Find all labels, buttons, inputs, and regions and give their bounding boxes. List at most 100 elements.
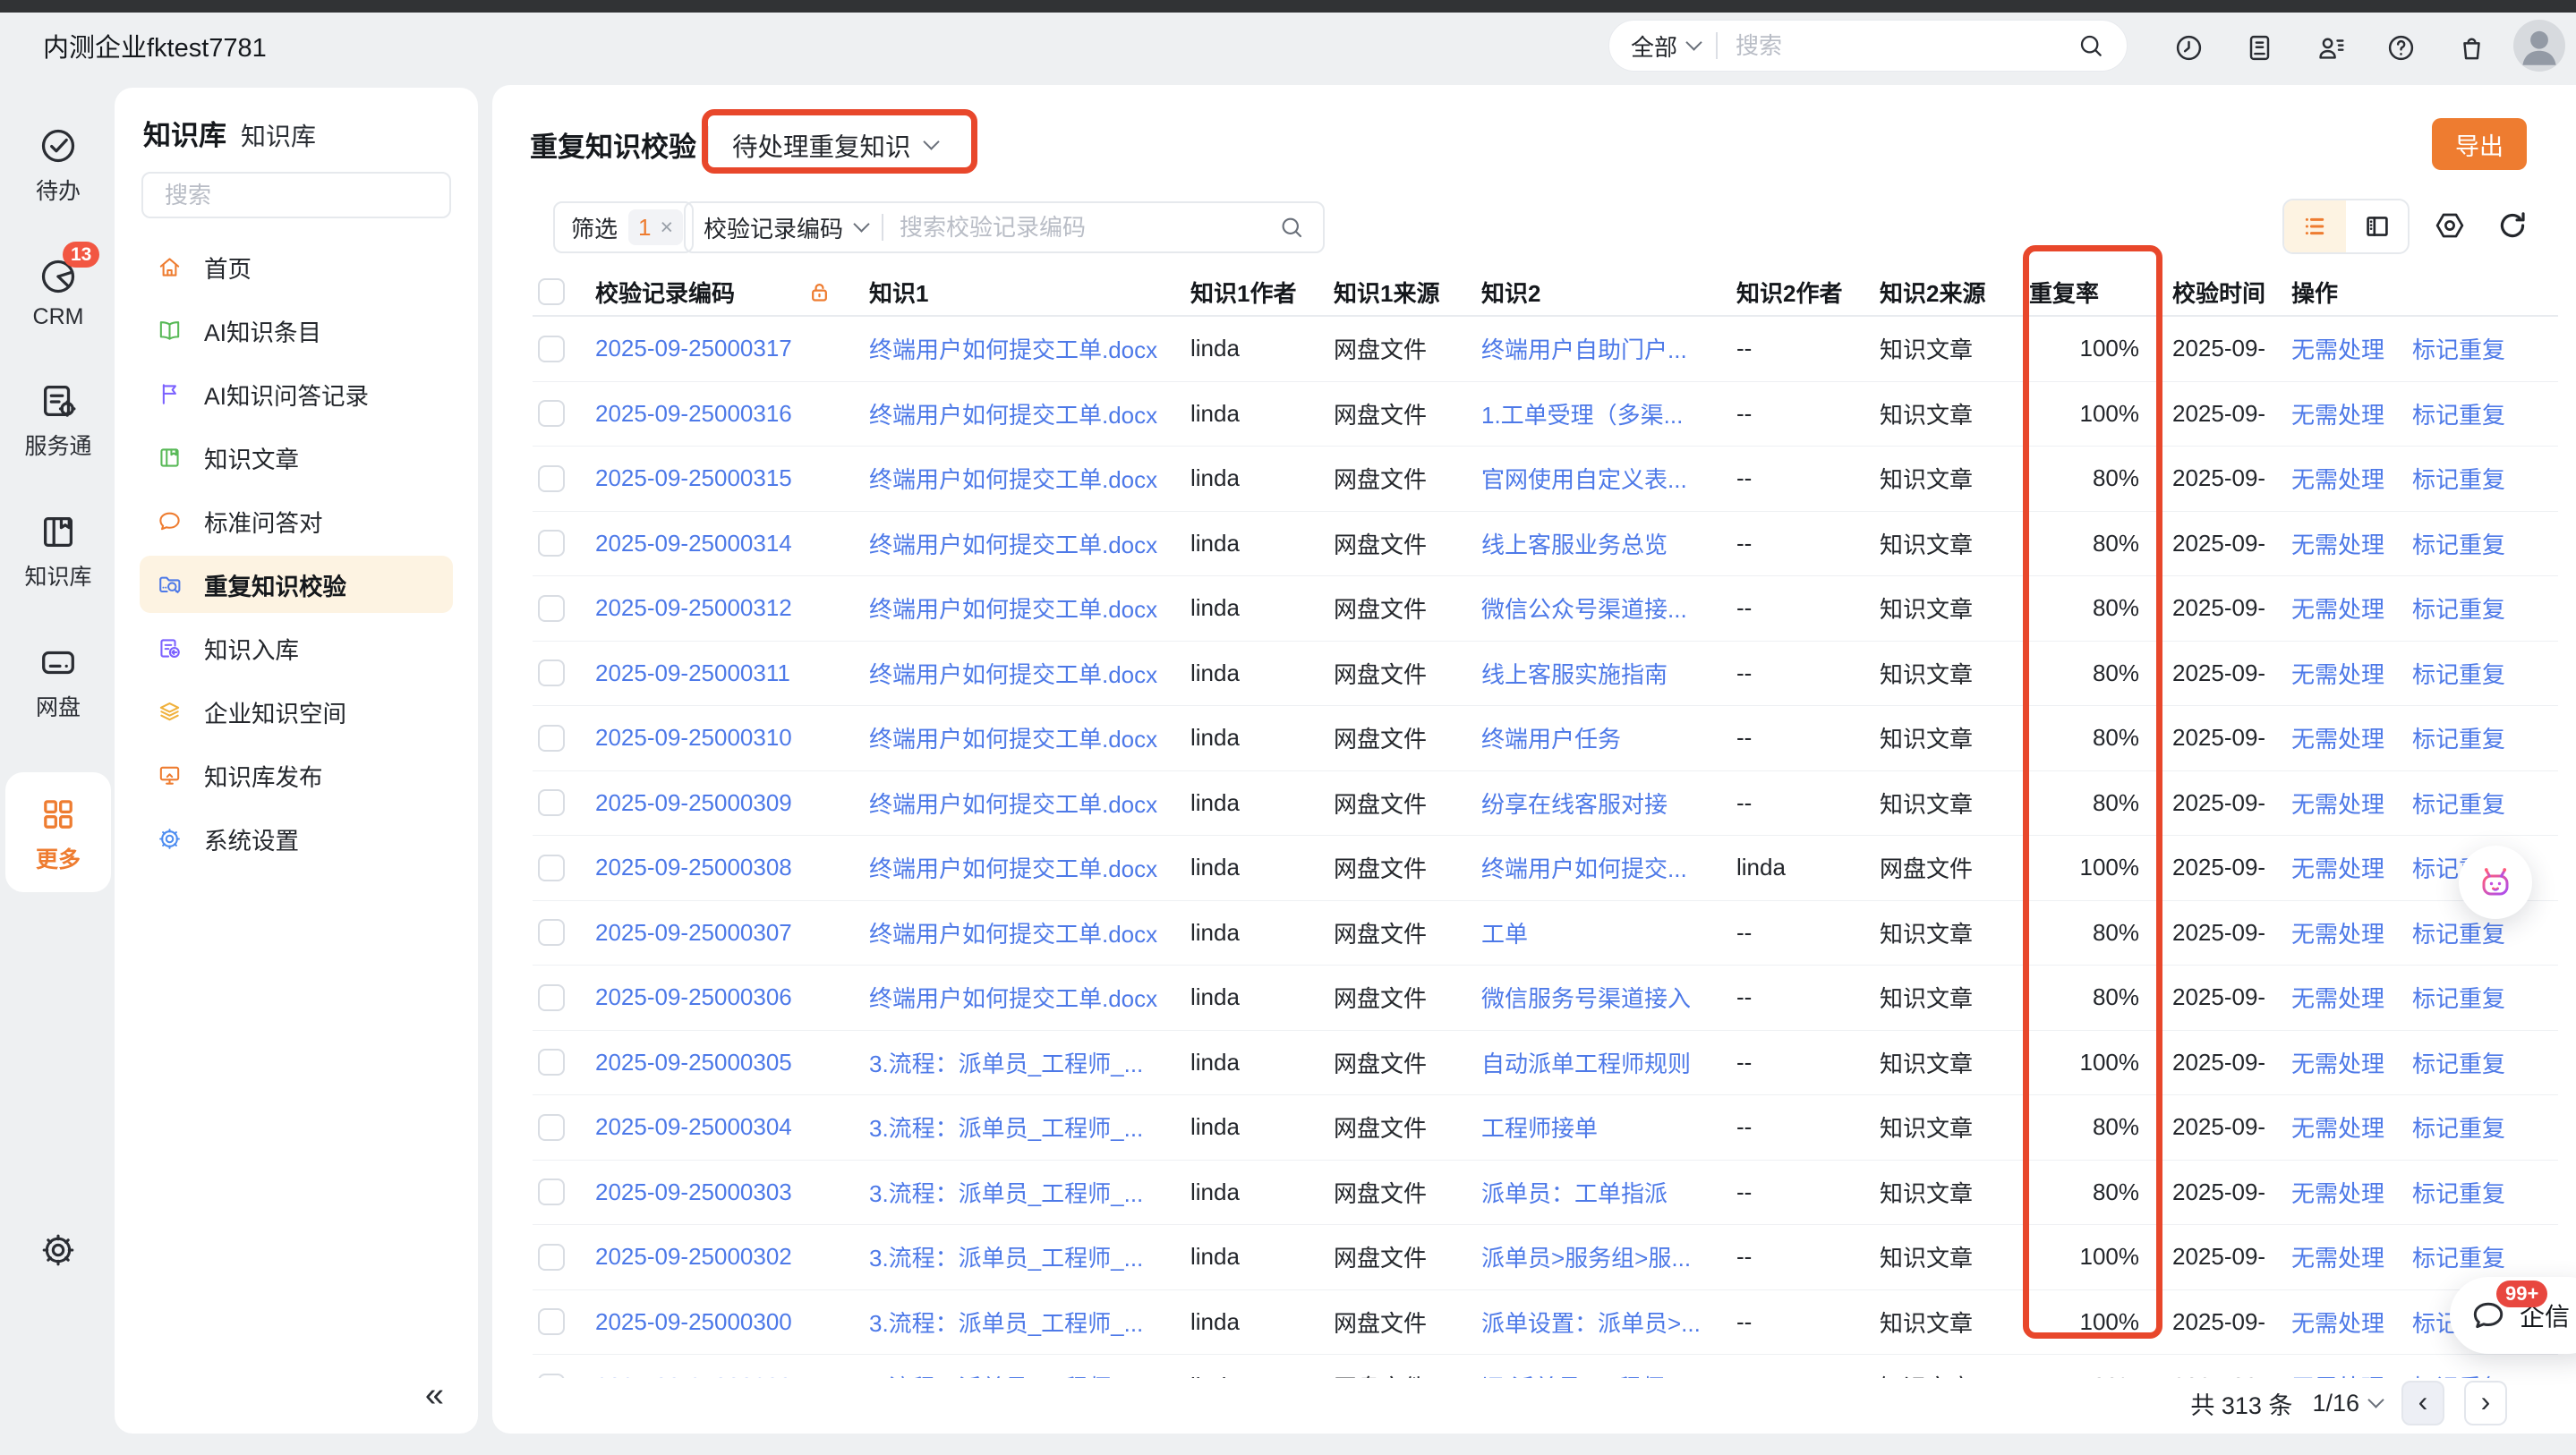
- knowledge1-link[interactable]: 3.流程：派单员_工程师: [869, 1374, 1111, 1378]
- knowledge2-link[interactable]: 派单员：工单指派: [1481, 1180, 1668, 1207]
- search-icon[interactable]: [2077, 31, 2105, 60]
- mark-duplicate-link[interactable]: 标记重复: [2412, 332, 2505, 365]
- record-search-combo[interactable]: 校验记录编码: [684, 201, 1325, 253]
- knowledge2-link[interactable]: 官网使用自定义表...: [1481, 466, 1687, 493]
- knowledge2-link[interactable]: 终端用户任务: [1481, 726, 1621, 753]
- row-checkbox[interactable]: [538, 1049, 565, 1076]
- no-action-link[interactable]: 无需处理: [2291, 657, 2384, 690]
- record-code-link[interactable]: 2025-09-25000308: [595, 854, 792, 881]
- rail-item-网盘[interactable]: 网盘: [5, 642, 111, 722]
- mark-duplicate-link[interactable]: 标记重复: [2412, 462, 2505, 495]
- no-action-link[interactable]: 无需处理: [2291, 1240, 2384, 1273]
- record-code-link[interactable]: 2025-09-25000306: [595, 983, 792, 1011]
- mark-duplicate-link[interactable]: 标记重复: [2412, 1176, 2505, 1209]
- no-action-link[interactable]: 无需处理: [2291, 332, 2384, 365]
- record-code-link[interactable]: 2025-09-25000300: [595, 1308, 792, 1336]
- record-code-link[interactable]: 2025-09-25000311: [595, 659, 790, 687]
- board-view-button[interactable]: [2346, 200, 2408, 252]
- sidebar-search[interactable]: [141, 172, 451, 218]
- mark-duplicate-link[interactable]: 标记重复: [2412, 397, 2505, 430]
- no-action-link[interactable]: 无需处理: [2291, 1370, 2384, 1378]
- rail-item-待办[interactable]: 待办: [5, 125, 111, 206]
- record-code-link[interactable]: 2025-09-25000312: [595, 594, 792, 622]
- rail-item-CRM[interactable]: 13 CRM: [5, 256, 111, 330]
- workbench-icon[interactable]: [2244, 32, 2275, 64]
- knowledge1-link[interactable]: 3.流程：派单员_工程师_...: [869, 1310, 1143, 1337]
- row-checkbox[interactable]: [538, 725, 565, 752]
- global-search-input[interactable]: [1734, 31, 2077, 61]
- search-scope-select[interactable]: 全部: [1631, 30, 1700, 63]
- table-settings-icon[interactable]: [2433, 208, 2467, 242]
- search-icon[interactable]: [1278, 214, 1305, 241]
- knowledge1-link[interactable]: 终端用户如何提交工单.docx: [869, 661, 1157, 688]
- no-action-link[interactable]: 无需处理: [2291, 1046, 2384, 1079]
- page-select[interactable]: 1/16: [2312, 1390, 2382, 1417]
- prev-page-button[interactable]: ‹: [2401, 1381, 2444, 1425]
- sidebar-search-input[interactable]: [163, 181, 430, 210]
- knowledge1-link[interactable]: 终端用户如何提交工单.docx: [869, 985, 1157, 1012]
- record-code-link[interactable]: 2025-09-25000299: [595, 1373, 792, 1378]
- knowledge1-link[interactable]: 终端用户如何提交工单.docx: [869, 791, 1157, 818]
- mark-duplicate-link[interactable]: 标记重复: [2412, 1046, 2505, 1079]
- knowledge2-link[interactable]: 线上客服实施指南: [1481, 661, 1668, 688]
- clock-icon[interactable]: [2173, 32, 2205, 64]
- avatar[interactable]: [2513, 20, 2565, 72]
- record-code-link[interactable]: 2025-09-25000305: [595, 1049, 792, 1076]
- knowledge1-link[interactable]: 终端用户如何提交工单.docx: [869, 921, 1157, 948]
- next-page-button[interactable]: ›: [2464, 1381, 2507, 1425]
- row-checkbox[interactable]: [538, 530, 565, 557]
- record-code-link[interactable]: 2025-09-25000303: [595, 1178, 792, 1206]
- knowledge1-link[interactable]: 终端用户如何提交工单.docx: [869, 855, 1157, 882]
- row-checkbox[interactable]: [538, 595, 565, 622]
- no-action-link[interactable]: 无需处理: [2291, 851, 2384, 884]
- mark-duplicate-link[interactable]: 标记重复: [2412, 981, 2505, 1014]
- record-search-input[interactable]: [898, 213, 1278, 242]
- rail-settings-gear-icon[interactable]: [38, 1230, 78, 1270]
- knowledge1-link[interactable]: 3.流程：派单员_工程师_...: [869, 1245, 1143, 1272]
- row-checkbox[interactable]: [538, 336, 565, 362]
- no-action-link[interactable]: 无需处理: [2291, 527, 2384, 560]
- global-search[interactable]: 全部: [1608, 20, 2128, 72]
- sidebar-item-首页[interactable]: 首页: [140, 238, 453, 295]
- knowledge1-link[interactable]: 3.流程：派单员_工程师_...: [869, 1115, 1143, 1142]
- row-checkbox[interactable]: [538, 659, 565, 686]
- knowledge2-link[interactable]: 工单: [1481, 921, 1528, 948]
- search-field-select[interactable]: 校验记录编码: [704, 211, 867, 244]
- sidebar-item-重复知识校验[interactable]: 重复知识校验: [140, 556, 453, 613]
- knowledge1-link[interactable]: 终端用户如何提交工单.docx: [869, 596, 1157, 623]
- help-icon[interactable]: [2385, 32, 2417, 64]
- mark-duplicate-link[interactable]: 标记重复: [2412, 787, 2505, 820]
- rail-item-知识库[interactable]: 知识库: [5, 511, 111, 591]
- knowledge2-link[interactable]: 派单设置：派单员>...: [1481, 1310, 1701, 1337]
- row-checkbox[interactable]: [538, 919, 565, 946]
- record-code-link[interactable]: 2025-09-25000315: [595, 464, 792, 492]
- row-checkbox[interactable]: [538, 1308, 565, 1335]
- sidebar-collapse-button[interactable]: «: [425, 1378, 444, 1412]
- record-code-link[interactable]: 2025-09-25000316: [595, 400, 792, 428]
- knowledge1-link[interactable]: 3.流程：派单员_工程师_...: [869, 1180, 1143, 1207]
- mark-duplicate-link[interactable]: 标记重复: [2412, 591, 2505, 625]
- sidebar-item-知识文章[interactable]: 知识文章: [140, 429, 453, 486]
- mark-duplicate-link[interactable]: 标记重复: [2412, 1370, 2505, 1378]
- knowledge1-link[interactable]: 终端用户如何提交工单.docx: [869, 532, 1157, 558]
- knowledge2-link[interactable]: 线上客服业务总览: [1481, 532, 1668, 558]
- knowledge2-link[interactable]: 自动派单工程师规则: [1481, 1051, 1691, 1077]
- filter-chip[interactable]: 筛选 1 ×: [553, 201, 694, 253]
- scope-dropdown[interactable]: 待处理重复知识: [732, 127, 937, 164]
- mark-duplicate-link[interactable]: 标记重复: [2412, 657, 2505, 690]
- knowledge2-link[interactable]: 终端用户自助门户...: [1481, 336, 1687, 363]
- row-checkbox[interactable]: [538, 1114, 565, 1141]
- no-action-link[interactable]: 无需处理: [2291, 1306, 2384, 1339]
- rail-item-更多[interactable]: 更多: [5, 772, 111, 892]
- mark-duplicate-link[interactable]: 标记重复: [2412, 1110, 2505, 1144]
- row-checkbox[interactable]: [538, 465, 565, 492]
- row-checkbox[interactable]: [538, 1178, 565, 1205]
- record-code-link[interactable]: 2025-09-25000317: [595, 335, 792, 362]
- no-action-link[interactable]: 无需处理: [2291, 721, 2384, 754]
- close-icon[interactable]: ×: [660, 215, 673, 241]
- rail-item-服务通[interactable]: 服务通: [5, 380, 111, 461]
- sidebar-item-系统设置[interactable]: 系统设置: [140, 810, 453, 867]
- select-all-checkbox[interactable]: [538, 278, 565, 305]
- no-action-link[interactable]: 无需处理: [2291, 916, 2384, 949]
- record-code-link[interactable]: 2025-09-25000309: [595, 789, 792, 817]
